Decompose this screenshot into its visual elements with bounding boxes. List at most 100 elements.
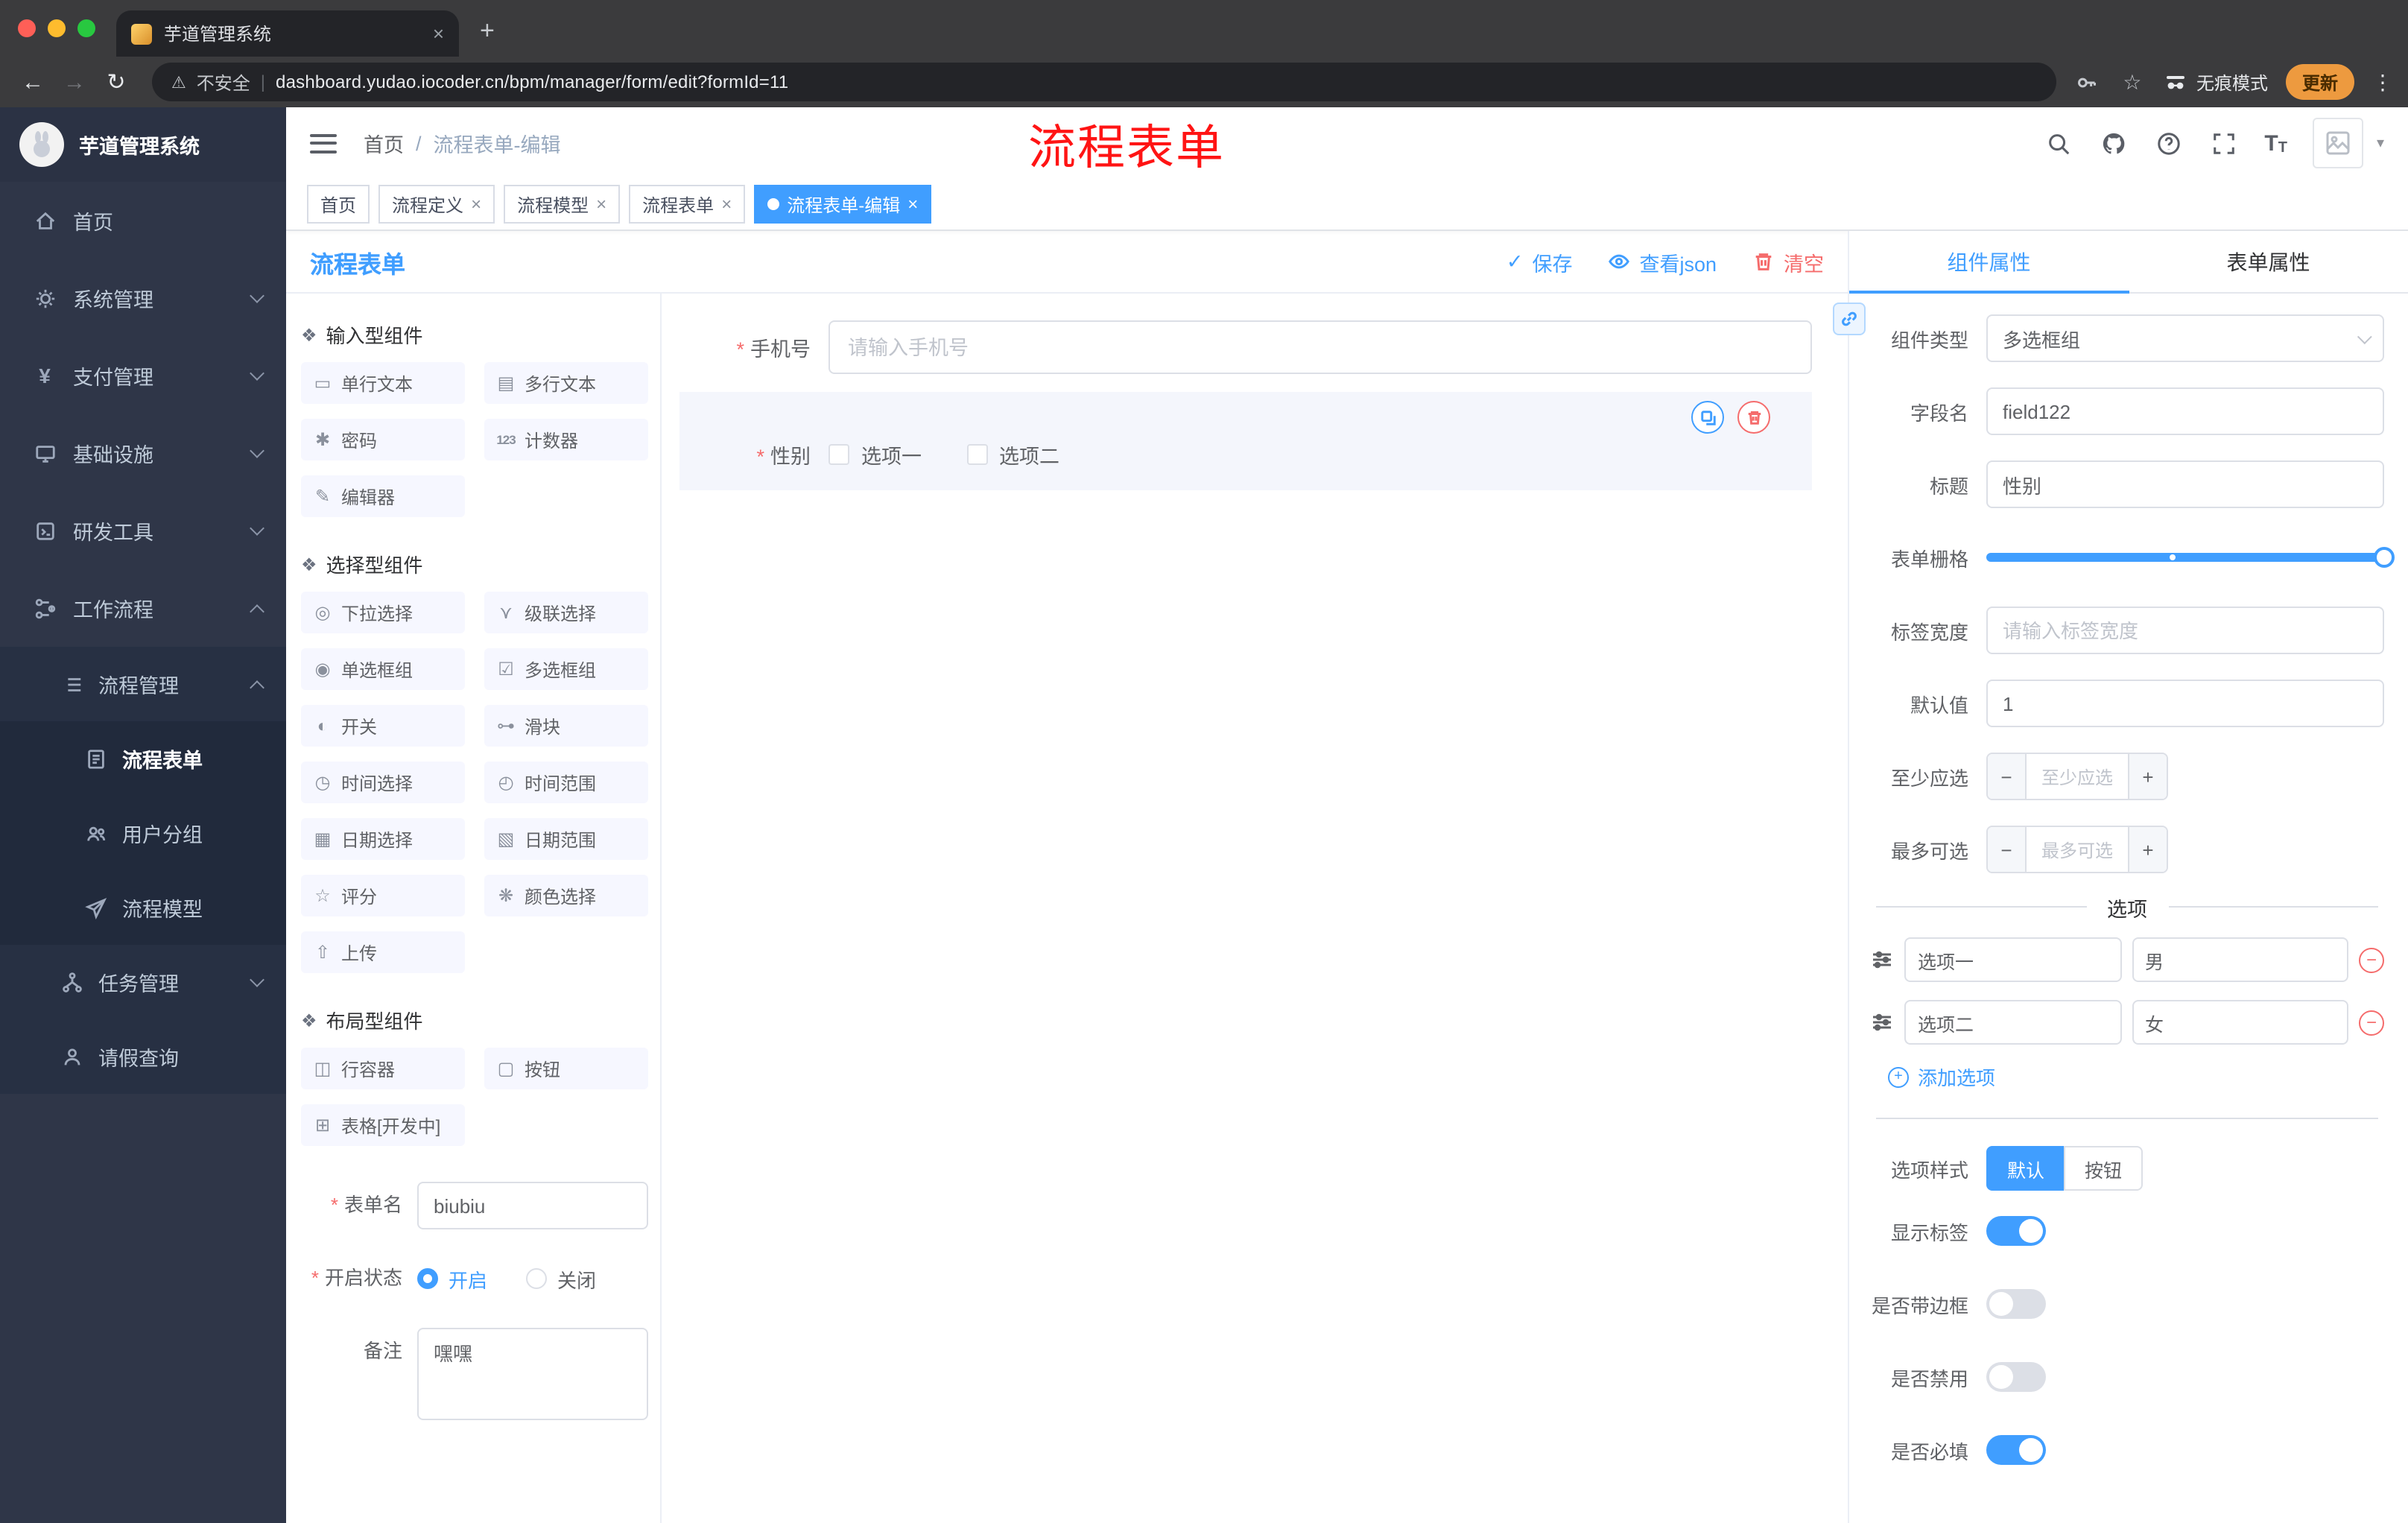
component-cascader[interactable]: ⋎ 级联选择 [484, 592, 648, 633]
tag-home[interactable]: 首页 [307, 185, 370, 224]
form-grid-slider[interactable] [1986, 533, 2395, 581]
remove-option-button[interactable]: − [2359, 1010, 2384, 1035]
component-checkbox-group[interactable]: ☑ 多选框组 [484, 648, 648, 690]
title-input[interactable] [1986, 460, 2384, 508]
border-toggle[interactable] [1986, 1289, 2046, 1319]
option-value-input[interactable] [2132, 1000, 2348, 1045]
form-canvas[interactable]: 手机号 [662, 294, 1848, 1523]
fullscreen-icon[interactable] [2209, 128, 2239, 158]
view-json-button[interactable]: 查看json [1608, 247, 1717, 276]
update-button[interactable]: 更新 [2285, 64, 2354, 100]
sidebar-item-leave-query[interactable]: 请假查询 [0, 1019, 286, 1094]
style-default-button[interactable]: 默认 [1986, 1146, 2066, 1191]
component-counter[interactable]: 123 计数器 [484, 419, 648, 460]
minimize-window-button[interactable] [48, 19, 66, 37]
gender-field-row[interactable]: 性别 选项一 选项二 [679, 440, 1812, 469]
component-time-picker[interactable]: ◷ 时间选择 [301, 762, 465, 803]
clear-button[interactable]: 清空 [1752, 247, 1824, 276]
option-label-input[interactable] [1904, 1000, 2121, 1045]
gender-option-2[interactable]: 选项二 [966, 440, 1059, 469]
component-color-picker[interactable]: ❋ 颜色选择 [484, 875, 648, 916]
component-row-container[interactable]: ◫ 行容器 [301, 1048, 465, 1089]
link-icon[interactable] [1833, 303, 1866, 335]
increase-button[interactable]: + [2128, 754, 2167, 799]
sidebar-item-workflow[interactable]: 工作流程 [0, 569, 286, 647]
component-button[interactable]: ▢ 按钮 [484, 1048, 648, 1089]
decrease-button[interactable]: − [1988, 827, 2027, 872]
tag-close-icon[interactable]: × [471, 194, 481, 215]
delete-component-button[interactable] [1737, 401, 1770, 434]
sidebar-toggle-icon[interactable] [310, 133, 337, 153]
phone-field-row[interactable]: 手机号 [679, 320, 1812, 374]
copy-component-button[interactable] [1691, 401, 1724, 434]
address-bar[interactable]: ⚠ 不安全 | dashboard.yudao.iocoder.cn/bpm/m… [152, 63, 2056, 101]
sidebar-item-task-management[interactable]: 任务管理 [0, 945, 286, 1019]
component-table[interactable]: ⊞ 表格[开发中] [301, 1104, 465, 1146]
reload-icon[interactable]: ↻ [98, 64, 134, 100]
password-key-icon[interactable] [2074, 69, 2101, 95]
option-value-input[interactable] [2132, 937, 2348, 982]
remove-option-button[interactable]: − [2359, 947, 2384, 972]
tab-component-props[interactable]: 组件属性 [1849, 231, 2129, 294]
component-date-picker[interactable]: ▦ 日期选择 [301, 818, 465, 860]
tag-process-form-edit[interactable]: 流程表单-编辑 × [754, 185, 932, 224]
drag-handle-icon[interactable] [1870, 1010, 1894, 1034]
component-rate[interactable]: ☆ 评分 [301, 875, 465, 916]
zoom-window-button[interactable] [77, 19, 95, 37]
slider-handle[interactable] [2374, 547, 2395, 568]
help-icon[interactable] [2154, 128, 2184, 158]
forward-icon[interactable]: → [57, 64, 92, 100]
tab-close-icon[interactable]: × [433, 22, 444, 45]
form-remark-textarea[interactable]: 嘿嘿 [417, 1328, 648, 1420]
sidebar-item-payment[interactable]: ¥ 支付管理 [0, 337, 286, 414]
avatar-caret-icon[interactable]: ▾ [2377, 135, 2384, 151]
form-name-input[interactable] [417, 1182, 648, 1229]
component-multi-line-text[interactable]: ▤ 多行文本 [484, 362, 648, 404]
component-type-select[interactable]: 多选框组 [1986, 314, 2384, 362]
field-name-input[interactable] [1986, 387, 2384, 435]
component-switch[interactable]: ◐ 开关 [301, 705, 465, 747]
component-select[interactable]: ◎ 下拉选择 [301, 592, 465, 633]
breadcrumb-home[interactable]: 首页 [364, 128, 404, 158]
back-icon[interactable]: ← [15, 64, 51, 100]
checkbox-icon[interactable] [966, 444, 987, 465]
component-date-range[interactable]: ▧ 日期范围 [484, 818, 648, 860]
sidebar-item-process-form[interactable]: 流程表单 [0, 721, 286, 796]
increase-button[interactable]: + [2128, 827, 2167, 872]
status-radio-on[interactable]: 开启 [417, 1264, 487, 1293]
tag-process-form[interactable]: 流程表单 × [629, 185, 746, 224]
min-select-value[interactable]: 至少应选 [2027, 754, 2128, 799]
tag-process-definition[interactable]: 流程定义 × [378, 185, 495, 224]
tab-form-props[interactable]: 表单属性 [2129, 231, 2408, 292]
phone-field-input[interactable] [828, 320, 1812, 374]
checkbox-icon[interactable] [828, 444, 849, 465]
sidebar-item-system[interactable]: 系统管理 [0, 259, 286, 337]
sidebar-item-devtools[interactable]: 研发工具 [0, 492, 286, 569]
bookmark-star-icon[interactable]: ☆ [2119, 69, 2146, 95]
disabled-toggle[interactable] [1986, 1362, 2046, 1392]
sidebar-item-home[interactable]: 首页 [0, 182, 286, 259]
avatar[interactable] [2312, 118, 2363, 168]
required-toggle[interactable] [1986, 1435, 2046, 1465]
save-button[interactable]: ✓ 保存 [1506, 247, 1573, 276]
component-editor[interactable]: ✎ 编辑器 [301, 475, 465, 517]
browser-tab[interactable]: 芋道管理系统 × [116, 10, 459, 57]
default-value-input[interactable] [1986, 680, 2384, 727]
status-radio-off[interactable]: 关闭 [526, 1264, 596, 1293]
drag-handle-icon[interactable] [1870, 948, 1894, 972]
github-icon[interactable] [2099, 128, 2129, 158]
component-single-line-text[interactable]: ▭ 单行文本 [301, 362, 465, 404]
tag-close-icon[interactable]: × [721, 194, 732, 215]
sidebar-item-process-management[interactable]: 流程管理 [0, 647, 286, 721]
new-tab-button[interactable]: + [480, 16, 495, 46]
decrease-button[interactable]: − [1988, 754, 2027, 799]
add-option-button[interactable]: + 添加选项 [1888, 1063, 2384, 1091]
style-button-button[interactable]: 按钮 [2064, 1146, 2144, 1191]
search-icon[interactable] [2044, 128, 2073, 158]
tag-close-icon[interactable]: × [596, 194, 606, 215]
sidebar-item-user-group[interactable]: 用户分组 [0, 796, 286, 870]
max-select-value[interactable]: 最多可选 [2027, 827, 2128, 872]
option-label-input[interactable] [1904, 937, 2121, 982]
component-password[interactable]: ✱ 密码 [301, 419, 465, 460]
label-width-input[interactable] [1986, 607, 2384, 654]
